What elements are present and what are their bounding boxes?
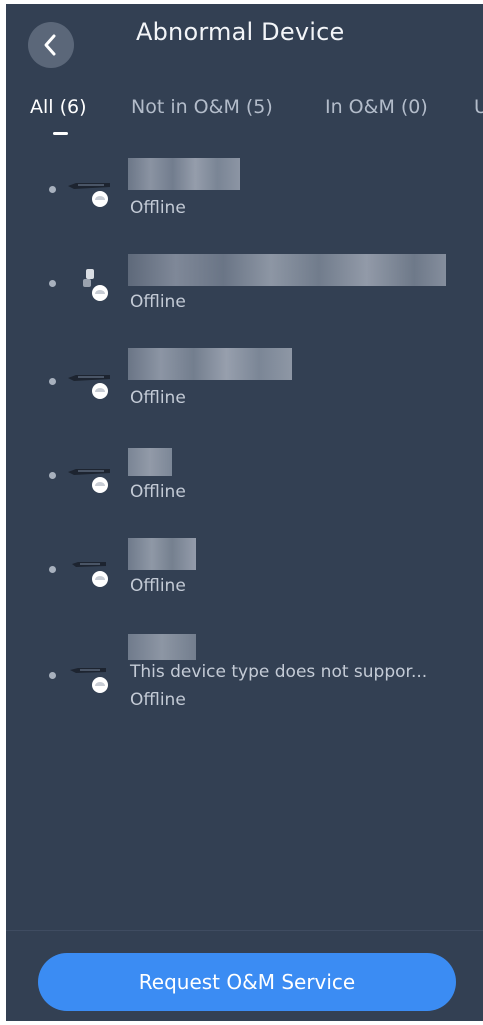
list-item[interactable]: Offline — [6, 154, 483, 244]
tab-in-om[interactable]: In O&M (0) — [325, 96, 428, 118]
status-dot — [49, 566, 56, 573]
footer-divider — [6, 930, 483, 931]
app-screen: Abnormal Device All (6) Not in O&M (5) I… — [6, 4, 483, 1021]
list-item[interactable]: This device type does not suppor... Offl… — [6, 632, 483, 742]
camera-icon — [83, 269, 108, 301]
status-text: Offline — [130, 576, 186, 596]
nvr-icon — [68, 183, 110, 207]
status-dot — [49, 672, 56, 679]
active-tab-indicator — [53, 132, 68, 135]
device-name-redacted — [128, 254, 446, 286]
nvr-icon — [68, 469, 110, 493]
tab-all[interactable]: All (6) — [30, 96, 87, 118]
list-item[interactable]: Offline — [6, 248, 483, 338]
device-note: This device type does not suppor... — [130, 662, 428, 682]
status-dot — [49, 472, 56, 479]
status-dot — [49, 280, 56, 287]
nvr-icon — [70, 668, 108, 693]
status-text: Offline — [130, 482, 186, 502]
nvr-icon — [68, 375, 110, 399]
status-dot — [49, 378, 56, 385]
tab-more[interactable]: U — [474, 96, 483, 118]
status-text: Offline — [130, 292, 186, 312]
page-title: Abnormal Device — [136, 18, 345, 46]
header: Abnormal Device — [6, 4, 483, 74]
device-name-redacted — [128, 448, 172, 476]
list-item[interactable]: Offline — [6, 438, 483, 528]
status-text: Offline — [130, 198, 186, 218]
status-dot — [49, 186, 56, 193]
device-name-redacted — [128, 634, 196, 660]
back-button[interactable] — [28, 22, 74, 68]
tab-bar: All (6) Not in O&M (5) In O&M (0) U — [6, 96, 483, 136]
device-name-redacted — [128, 158, 240, 190]
nvr-icon — [72, 562, 108, 587]
status-text: Offline — [130, 690, 186, 710]
chevron-left-icon — [44, 34, 56, 56]
tab-not-in-om[interactable]: Not in O&M (5) — [131, 96, 273, 118]
device-name-redacted — [128, 348, 292, 380]
list-item[interactable]: Offline — [6, 534, 483, 624]
request-om-service-button[interactable]: Request O&M Service — [38, 953, 456, 1011]
device-name-redacted — [128, 538, 196, 570]
list-item[interactable]: Offline — [6, 344, 483, 434]
status-text: Offline — [130, 388, 186, 408]
